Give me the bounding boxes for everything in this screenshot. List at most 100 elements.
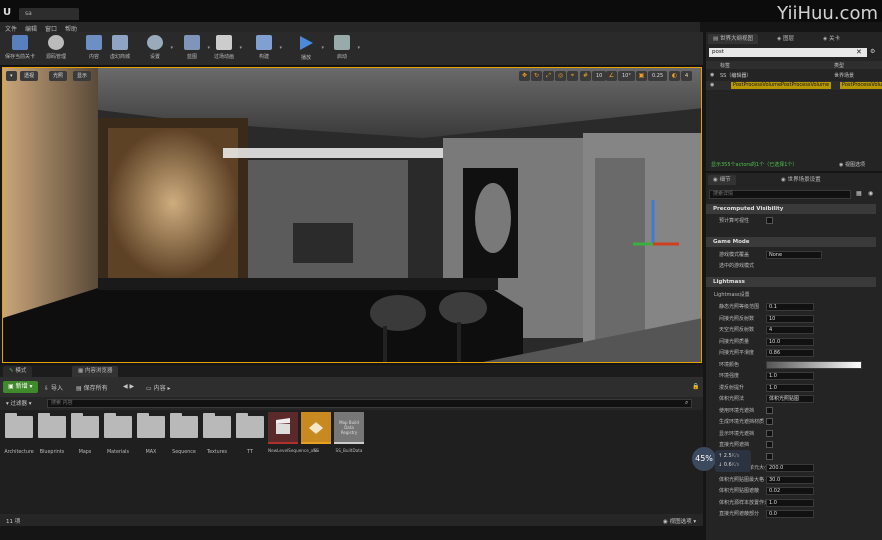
property-value-input[interactable]: 1.0 [766, 372, 814, 380]
asset-item[interactable]: NewLevelSequence_xhu [268, 412, 319, 453]
chevron-down-icon[interactable]: ▾ [279, 45, 282, 51]
section-game-mode[interactable]: Game Mode [706, 237, 876, 247]
chevron-down-icon[interactable]: ▾ [239, 45, 242, 51]
checkbox[interactable] [766, 429, 773, 437]
unreal-logo-icon: U [3, 7, 12, 18]
checkbox[interactable] [766, 217, 773, 224]
rotate-icon[interactable]: ↻ [531, 71, 542, 81]
folder-item[interactable]: Blueprints [37, 413, 67, 455]
property-value-input[interactable]: 0.0 [766, 510, 814, 518]
checkbox[interactable] [766, 406, 773, 414]
property-value-input[interactable]: 体积光照贴图 [766, 395, 814, 403]
level-tab[interactable]: sa [19, 8, 79, 20]
property-matrix-icon[interactable]: ▦ [856, 190, 862, 197]
world-icon[interactable]: ◎ [555, 71, 566, 81]
tab-layers[interactable]: ◈ 图层 [772, 34, 799, 44]
camera-speed[interactable]: 0.25 [648, 71, 668, 81]
translate-icon[interactable]: ✥ [519, 71, 530, 81]
add-icon: ▣ [8, 383, 16, 390]
add-new-button[interactable]: ▣ 新增 ▾ [3, 381, 38, 393]
clear-search-icon[interactable]: ✕ [856, 48, 862, 56]
property-value-input[interactable]: 1.0 [766, 383, 814, 392]
settings-button[interactable]: 设置 ▾ [135, 34, 175, 64]
camera-speed-icon[interactable]: ◐ [669, 71, 680, 81]
chevron-down-icon[interactable]: ▾ [357, 45, 360, 51]
outliner-view-options[interactable]: ◉ 视图选项 [839, 161, 865, 168]
build-button[interactable]: 构建 ▾ [244, 34, 284, 64]
type-column-header[interactable]: 类型 [834, 62, 844, 69]
import-button[interactable]: ⇩ 导入 [44, 383, 63, 392]
scale-icon[interactable]: ⤢ [543, 71, 554, 81]
search-input[interactable]: 搜索 内容 [47, 399, 692, 408]
source-control-button[interactable]: 源码管理 [36, 34, 76, 64]
folder-icon [104, 413, 132, 438]
tab-levels[interactable]: ◈ 关卡 [818, 34, 845, 44]
asset-item[interactable]: SS [301, 412, 331, 453]
visibility-icon[interactable]: ◉ [710, 82, 714, 88]
folder-icon [5, 413, 33, 438]
property-value-input[interactable]: 30.0 [766, 475, 814, 484]
folder-item[interactable]: Architecture [4, 413, 34, 455]
tab-content-browser[interactable]: ▦ 内容浏览器 [72, 366, 119, 377]
cinematics-button[interactable]: 过场动画 ▾ [204, 34, 244, 64]
grid-value[interactable]: 10 [592, 71, 607, 81]
folder-item[interactable]: Maps [70, 413, 100, 455]
visibility-icon[interactable]: ◉ [710, 72, 714, 78]
breadcrumb[interactable]: ▭ 内容 ▸ [146, 383, 171, 392]
tab-world-settings[interactable]: ◉ 世界场景设置 [776, 175, 826, 185]
outliner-search-input[interactable]: post [709, 48, 867, 57]
tab-modes[interactable]: ✎ 模式 [3, 366, 33, 377]
tab-details[interactable]: ◉ 细节 [708, 175, 736, 185]
folder-item[interactable]: MAX [136, 413, 166, 455]
checkbox[interactable] [766, 418, 773, 425]
folder-item[interactable]: Textures [202, 413, 232, 455]
folder-item[interactable]: Sequence [169, 413, 199, 455]
grid-snap-icon[interactable]: # [580, 71, 591, 81]
viewport-menu-button[interactable]: ▾ [6, 71, 17, 81]
folder-icon [71, 413, 99, 438]
rotation-snap-icon[interactable]: ∠ [606, 71, 617, 81]
launch-button[interactable]: 启动 ▾ [322, 34, 362, 64]
filters-button[interactable]: ▾ 过滤器 ▾ [6, 399, 32, 407]
property-value-input[interactable]: 10.0 [766, 337, 814, 346]
view-options-icon[interactable]: ◉ [868, 190, 873, 197]
outliner-row[interactable]: ◉ SS（编辑器） 世界场景 [706, 71, 882, 80]
view-options-button[interactable]: ◉ 视图选项 ▾ [663, 517, 696, 525]
scale-snap-icon[interactable]: ▣ [636, 71, 647, 81]
show-button[interactable]: 显示 [73, 71, 92, 81]
save-button[interactable]: 保存当前关卡 [0, 34, 40, 64]
perspective-button[interactable]: 透视 [20, 71, 39, 81]
details-search-input[interactable]: 搜索详情 [709, 190, 851, 199]
property-value-input[interactable]: 1.0 [766, 498, 814, 507]
back-forward-buttons[interactable]: ◀ ▶ [123, 383, 134, 390]
folder-item[interactable]: Materials [103, 413, 133, 455]
section-lightmass[interactable]: Lightmass [706, 277, 876, 287]
settings-icon[interactable]: ⚙ [870, 48, 875, 55]
lock-icon[interactable]: 🔒 [692, 383, 699, 390]
tab-world-outliner[interactable]: ▤ 世界大纲视图 [708, 34, 758, 44]
save-all-button[interactable]: ▤ 保存所有 [76, 383, 108, 392]
checkbox[interactable] [766, 452, 773, 460]
property-value-input[interactable]: 0.02 [766, 487, 814, 495]
section-precomputed-visibility[interactable]: Precomputed Visibility [706, 204, 876, 214]
folder-icon [137, 413, 165, 438]
property-value-input[interactable]: 4 [766, 326, 814, 334]
outliner-row-selected[interactable]: ◉ PostProcessVolumePostProcessVolume Pos… [706, 81, 882, 90]
folder-item[interactable]: TT [235, 413, 265, 455]
color-picker-swatch[interactable] [766, 360, 862, 369]
asset-item[interactable]: Map Build Data Registry SS_BuiltData [334, 412, 364, 453]
game-mode-select[interactable]: None [766, 251, 822, 259]
rotation-snap-value[interactable]: 10° [618, 71, 635, 81]
surface-snap-icon[interactable]: ⌖ [567, 71, 578, 81]
level-viewport[interactable]: ▾ 透视 光照 显示 ✥ ↻ ⤢ ◎ ⌖ # 10 ∠ 10° ▣ 0.25 ◐… [2, 67, 702, 363]
property-value-input[interactable]: 10 [766, 314, 814, 323]
property-value-input[interactable]: 0.86 [766, 349, 814, 357]
lit-button[interactable]: 光照 [49, 71, 68, 81]
property-value-input[interactable]: 0.1 [766, 303, 814, 311]
label-column-header[interactable]: 标签 [720, 62, 730, 69]
screen-percentage[interactable]: 4 [681, 71, 693, 81]
checkbox[interactable] [766, 441, 773, 448]
marketplace-button[interactable]: 虚幻商城 [100, 34, 140, 64]
property-value-input[interactable]: 200.0 [766, 464, 814, 472]
play-button[interactable]: 播放 ▾ [286, 34, 326, 64]
